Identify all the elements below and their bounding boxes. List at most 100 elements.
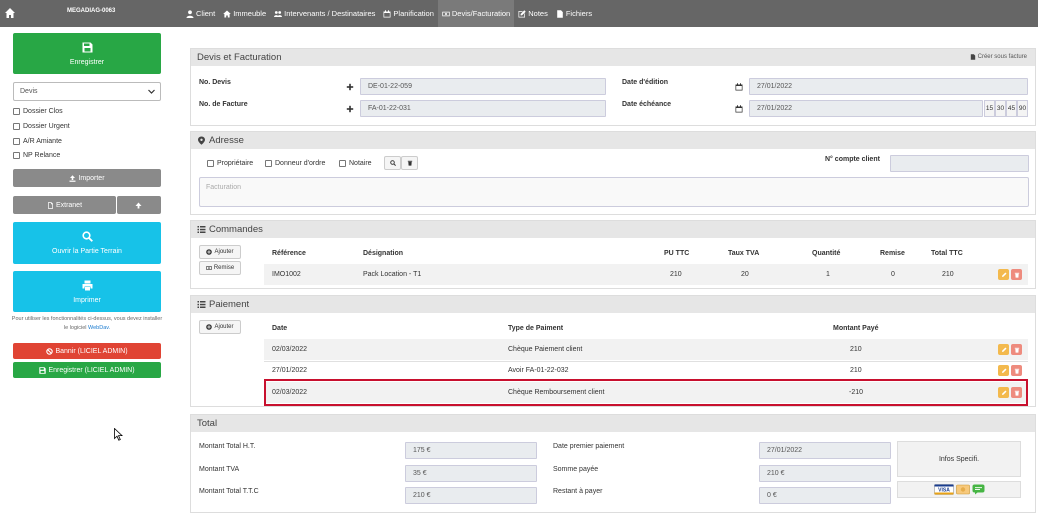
somme-payee-label: Somme payée: [553, 466, 599, 473]
date-edition-calendar[interactable]: [729, 78, 749, 95]
edit-icon: [1001, 347, 1006, 352]
print-label: Imprimer: [73, 296, 101, 304]
add-commande-button[interactable]: Ajouter: [199, 245, 241, 259]
money-bill-icon: [955, 484, 970, 495]
date-edition-label: Date d'édition: [622, 79, 668, 86]
extranet-button[interactable]: Extranet: [13, 196, 116, 214]
quick-day-15[interactable]: 15: [984, 100, 995, 117]
delete-row-button[interactable]: [1011, 344, 1022, 355]
date-edition-field[interactable]: 27/01/2022: [749, 78, 1028, 95]
checkbox[interactable]: [207, 160, 214, 167]
users-icon: [274, 10, 283, 17]
print-button[interactable]: Imprimer: [13, 271, 161, 312]
upload-icon: [69, 174, 76, 182]
map-marker-icon: [198, 136, 205, 145]
payment-methods: VISA: [897, 481, 1021, 498]
import-button[interactable]: Importer: [13, 169, 161, 187]
date-echeance-calendar[interactable]: [729, 100, 749, 117]
cell-montant: 210: [850, 346, 862, 353]
panel-header: Commandes: [191, 221, 1035, 238]
quick-day-45[interactable]: 45: [1006, 100, 1017, 117]
file-icon: [970, 54, 975, 60]
checkbox-label: Propriétaire: [217, 160, 254, 167]
check-ar-amiante[interactable]: A/R Amiante: [13, 138, 62, 145]
tab-notes[interactable]: Notes: [514, 0, 552, 27]
table-row: [264, 339, 1028, 360]
tab-label: Client: [196, 9, 216, 18]
tab-planification[interactable]: Planification: [379, 0, 437, 27]
checkbox[interactable]: [13, 138, 20, 145]
delete-row-button[interactable]: [1011, 269, 1022, 280]
search-address-button[interactable]: [384, 156, 401, 170]
tab-intervenants[interactable]: Intervenants / Destinataires: [270, 0, 379, 27]
check-np-relance[interactable]: NP Relance: [13, 152, 60, 159]
save-admin-button[interactable]: Enregistrer (LICIEL ADMIN): [13, 362, 161, 378]
terrain-label: Ouvrir la Partie Terrain: [52, 248, 122, 255]
add-devis-button[interactable]: [340, 78, 360, 95]
add-label: Ajouter: [214, 249, 234, 255]
col-date: Date: [272, 325, 288, 332]
quick-day-30[interactable]: 30: [995, 100, 1006, 117]
tab-devis-facturation[interactable]: Devis/Facturation: [437, 0, 515, 27]
col-remise: Remise: [880, 250, 905, 257]
date-premier-paiement-label: Date premier paiement: [553, 443, 625, 450]
compte-client-field[interactable]: [890, 155, 1029, 172]
infos-label: Infos Specifi.: [938, 455, 980, 463]
open-terrain-button[interactable]: Ouvrir la Partie Terrain: [13, 222, 161, 264]
checkbox[interactable]: [265, 160, 272, 167]
checkbox-label: NP Relance: [23, 152, 61, 159]
edit-row-button[interactable]: [998, 365, 1009, 376]
delete-address-button[interactable]: [401, 156, 418, 170]
document-type-select[interactable]: Devis: [13, 82, 161, 101]
facturation-textarea[interactable]: Facturation: [199, 177, 1029, 207]
tab-label: Notes: [528, 9, 548, 18]
tab-client[interactable]: Client: [182, 0, 219, 27]
quick-day-90[interactable]: 90: [1017, 100, 1028, 117]
ban-admin-button[interactable]: Bannir (LICIEL ADMIN): [13, 343, 161, 359]
cell-remise: 0: [891, 271, 895, 278]
check-donneur-ordre[interactable]: Donneur d'ordre: [265, 160, 325, 167]
edit-icon: [1001, 272, 1006, 277]
plus-circle-icon: [206, 249, 213, 255]
list-icon: [197, 301, 206, 308]
extranet-upload-button[interactable]: [117, 196, 161, 214]
restant-field: 0 €: [759, 487, 891, 504]
delete-row-button[interactable]: [1011, 365, 1022, 376]
cell-total-ttc: 210: [942, 271, 954, 278]
checkbox[interactable]: [339, 160, 346, 167]
edit-row-button[interactable]: [998, 344, 1009, 355]
create-invoice-link[interactable]: Créer sous facture: [970, 54, 1027, 60]
tab-fichiers[interactable]: Fichiers: [552, 0, 596, 27]
remise-button[interactable]: Remise: [199, 261, 241, 275]
home-icon[interactable]: [4, 7, 16, 19]
check-dossier-urgent[interactable]: Dossier Urgent: [13, 123, 70, 130]
save-button[interactable]: Enregistrer: [13, 33, 161, 74]
add-paiement-button[interactable]: Ajouter: [199, 320, 241, 334]
file-icon: [47, 201, 53, 209]
check-dossier-clos[interactable]: Dossier Clos: [13, 108, 63, 115]
add-facture-button[interactable]: [340, 100, 360, 117]
quick-days-group: 15 30 45 90: [984, 100, 1028, 117]
checkbox[interactable]: [13, 152, 20, 159]
no-facture-field[interactable]: FA-01-22-031: [360, 100, 606, 117]
cell-reference: IMO1002: [272, 271, 301, 278]
col-quantite: Quantité: [812, 250, 841, 257]
create-invoice-label: Créer sous facture: [977, 54, 1027, 60]
no-devis-field[interactable]: DE-01-22-059: [360, 78, 606, 95]
webdav-link[interactable]: WebDav.: [88, 325, 110, 331]
checkbox[interactable]: [13, 123, 20, 130]
checkbox[interactable]: [13, 108, 20, 115]
checkbox-label: Dossier Clos: [23, 108, 63, 115]
search-icon: [389, 160, 396, 166]
list-icon: [197, 226, 206, 233]
edit-row-button[interactable]: [998, 269, 1009, 280]
tab-immeuble[interactable]: Immeuble: [219, 0, 270, 27]
infos-specifi-button[interactable]: Infos Specifi.: [897, 441, 1021, 477]
check-proprietaire[interactable]: Propriétaire: [207, 160, 253, 167]
montant-ttc-label: Montant Total T.T.C: [199, 488, 259, 495]
date-echeance-field[interactable]: 27/01/2022: [749, 100, 983, 117]
devis-facturation-panel: Devis et Facturation Créer sous facture …: [190, 48, 1036, 126]
check-notaire[interactable]: Notaire: [339, 160, 372, 167]
compte-client-label: N° compte client: [825, 156, 880, 163]
floppy-disk-icon: [82, 42, 92, 52]
